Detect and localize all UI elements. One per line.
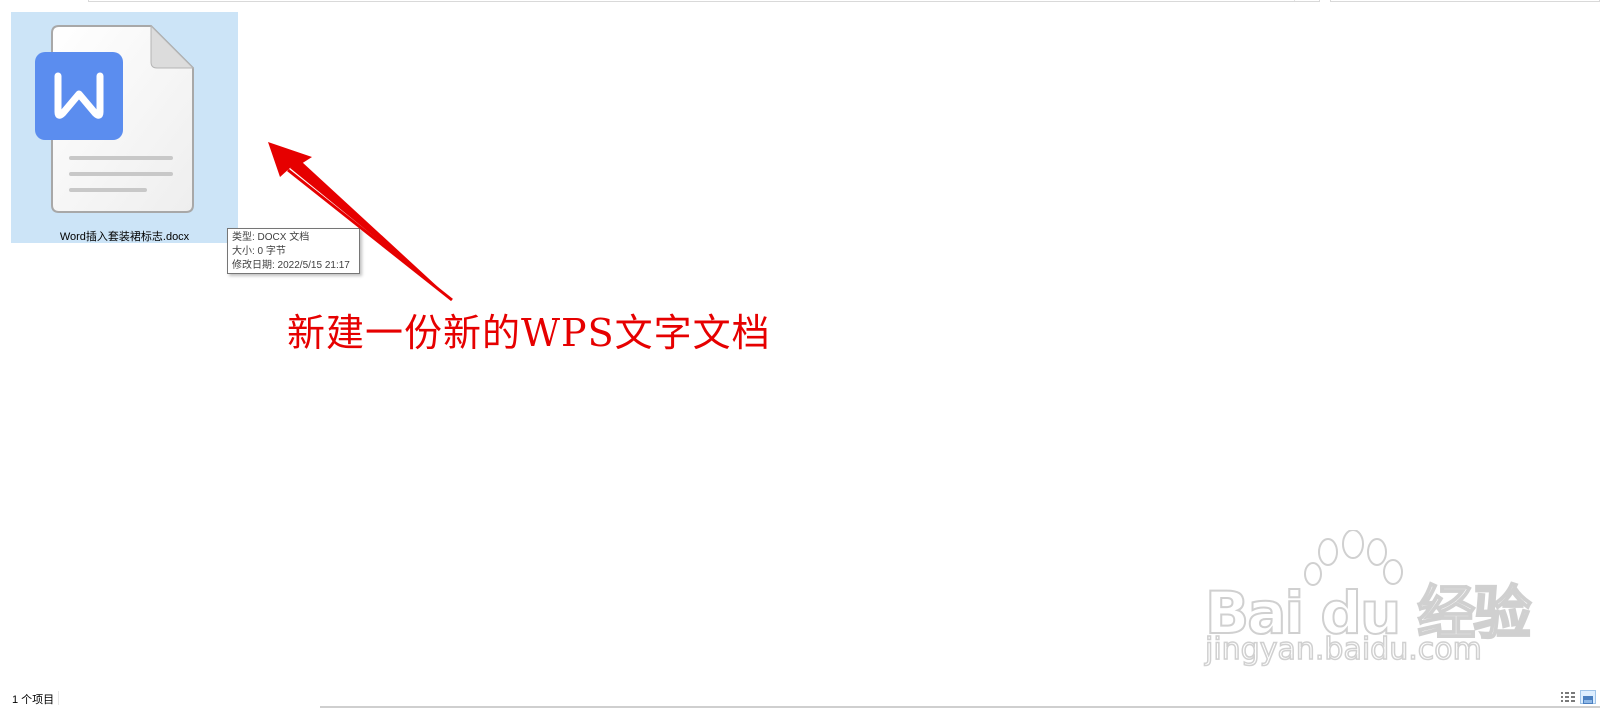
address-bar-divider — [1294, 0, 1295, 1]
address-bar[interactable] — [88, 0, 1320, 2]
red-arrow — [268, 142, 453, 302]
tooltip-size: 大小: 0 字节 — [232, 246, 286, 257]
paw-print-icon — [1304, 530, 1403, 586]
toolbar-strip — [0, 0, 1600, 3]
wps-writer-doc-icon — [35, 24, 195, 213]
watermark-brand: Bai du 经验 — [1204, 578, 1532, 648]
file-tooltip: 类型: DOCX 文档 大小: 0 字节 修改日期: 2022/5/15 21:… — [227, 228, 360, 274]
file-item[interactable]: Word插入套装裙标志.docx — [11, 12, 238, 243]
file-name[interactable]: Word插入套装裙标志.docx — [11, 228, 238, 244]
tooltip-modified: 修改日期: 2022/5/15 21:17 — [232, 260, 350, 271]
baidu-jingyan-watermark: Bai du 经验 jingyan.baidu.com — [1204, 530, 1535, 680]
annotation-text: 新建一份新的WPS文字文档 — [287, 311, 771, 355]
tooltip-type: 类型: DOCX 文档 — [232, 232, 310, 243]
watermark-url: jingyan.baidu.com — [1204, 631, 1482, 668]
large-icons-view-icon[interactable] — [1580, 690, 1596, 704]
search-box[interactable] — [1330, 0, 1600, 2]
status-divider — [58, 691, 59, 705]
status-bar: 1 个项目 — [0, 688, 1600, 708]
large-icons-glyph — [1583, 696, 1593, 704]
details-view-icon[interactable] — [1561, 691, 1575, 703]
item-count: 1 个项目 — [12, 694, 55, 706]
